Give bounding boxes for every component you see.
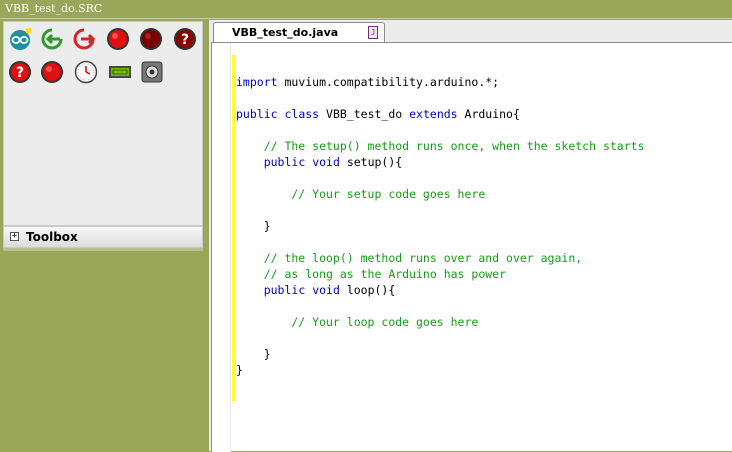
code-token: } bbox=[236, 363, 243, 377]
code-keyword: class bbox=[284, 107, 320, 121]
code-line: // Your loop code goes here bbox=[236, 314, 645, 330]
java-file-icon[interactable]: J bbox=[368, 26, 378, 39]
code-line: } bbox=[236, 218, 645, 234]
code-comment: // the loop() method runs over and over … bbox=[236, 251, 583, 265]
code-token: } bbox=[236, 219, 271, 233]
code-line: // The setup() method runs once, when th… bbox=[236, 138, 645, 154]
window-title: VBB_test_do.SRC bbox=[5, 2, 103, 15]
code-line: public class VBB_test_do extends Arduino… bbox=[236, 106, 645, 122]
code-line: } bbox=[236, 346, 645, 362]
export-icon[interactable] bbox=[72, 27, 96, 51]
code-token: Arduino{ bbox=[457, 107, 520, 121]
device-icon[interactable] bbox=[140, 60, 164, 84]
red-led-icon[interactable] bbox=[40, 60, 64, 84]
toolbox-label: Toolbox bbox=[26, 230, 78, 244]
svg-text:?: ? bbox=[16, 65, 24, 81]
component-palette: ? ? bbox=[3, 21, 203, 226]
editor-area: VBB_test_do.java J import muvium.compati… bbox=[209, 20, 732, 452]
code-keyword: extends bbox=[409, 107, 458, 121]
code-keyword: import bbox=[236, 75, 278, 89]
code-token: muvium.compatibility.arduino.*; bbox=[277, 75, 500, 89]
code-editor[interactable]: import muvium.compatibility.arduino.*; pu… bbox=[211, 42, 732, 452]
code-token: loop(){ bbox=[339, 283, 396, 297]
red-button-icon[interactable] bbox=[106, 27, 130, 51]
code-comment: // Your setup code goes here bbox=[236, 187, 486, 201]
tab-file-label: VBB_test_do.java bbox=[232, 26, 339, 39]
tab-file[interactable]: VBB_test_do.java J bbox=[213, 22, 385, 42]
left-panel: ? ? + Toolbox bbox=[3, 21, 203, 451]
svg-text:?: ? bbox=[181, 32, 189, 48]
code-keyword: public bbox=[236, 107, 278, 121]
code-token: setup(){ bbox=[339, 155, 403, 169]
toolbox-shadow bbox=[3, 248, 203, 251]
code-line: import muvium.compatibility.arduino.*; bbox=[236, 74, 645, 90]
code-keyword: public bbox=[263, 155, 306, 169]
clock-icon[interactable] bbox=[74, 60, 98, 84]
code-token: VBB_test_do bbox=[319, 107, 410, 121]
code-line: public void loop(){ bbox=[236, 282, 645, 298]
code-keyword: public bbox=[263, 283, 306, 297]
code-comment: // The setup() method runs once, when th… bbox=[236, 139, 645, 153]
code-line: // the loop() method runs over and over … bbox=[236, 250, 645, 266]
code-keyword: void bbox=[312, 283, 340, 297]
lcd-icon[interactable] bbox=[108, 60, 132, 84]
code-line: // as long as the Arduino has power bbox=[236, 266, 645, 282]
code-keyword: void bbox=[312, 155, 340, 169]
dark-red-button-icon[interactable] bbox=[139, 27, 163, 51]
toolbox-expander[interactable]: + bbox=[10, 232, 19, 241]
code-token: } bbox=[236, 347, 271, 361]
code-comment: // Your loop code goes here bbox=[236, 315, 479, 329]
editor-gutter bbox=[212, 43, 231, 452]
code-comment: // as long as the Arduino has power bbox=[236, 267, 507, 281]
help-red-icon[interactable]: ? bbox=[8, 60, 32, 84]
code-text[interactable]: import muvium.compatibility.arduino.*; pu… bbox=[236, 58, 645, 378]
import-icon[interactable] bbox=[40, 27, 64, 51]
help-icon[interactable]: ? bbox=[173, 27, 197, 51]
arduino-logo-icon[interactable] bbox=[8, 27, 32, 51]
toolbox-header[interactable]: + Toolbox bbox=[3, 226, 203, 248]
title-bar: VBB_test_do.SRC bbox=[0, 0, 732, 19]
code-line: } bbox=[236, 362, 645, 378]
code-line: public void setup(){ bbox=[236, 154, 645, 170]
code-line: // Your setup code goes here bbox=[236, 186, 645, 202]
